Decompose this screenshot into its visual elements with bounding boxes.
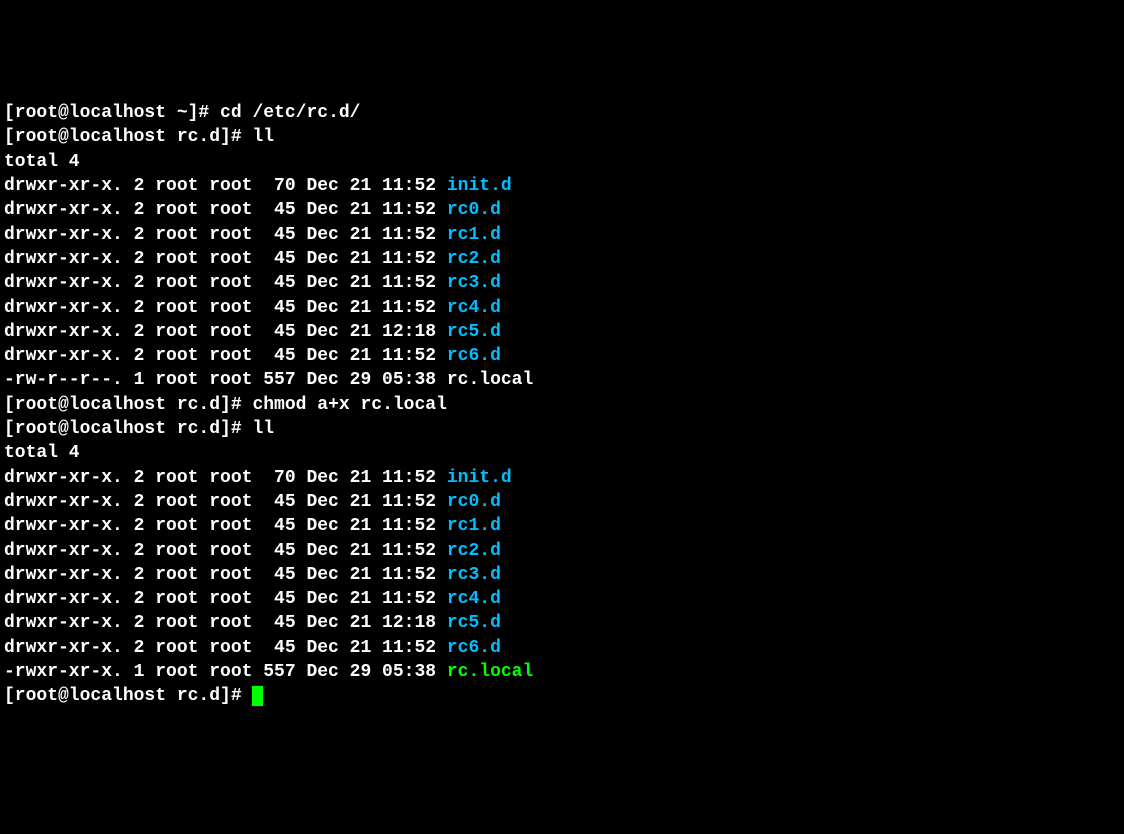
shell-command: ll [252,127,274,147]
terminal-line: -rwxr-xr-x. 1 root root 557 Dec 29 05:38… [4,660,1120,684]
file-meta: drwxr-xr-x. 2 root root 45 Dec 21 11:52 [4,565,447,585]
terminal-line: drwxr-xr-x. 2 root root 45 Dec 21 11:52 … [4,344,1120,368]
terminal-line: drwxr-xr-x. 2 root root 45 Dec 21 11:52 … [4,247,1120,271]
file-meta: drwxr-xr-x. 2 root root 45 Dec 21 11:52 [4,200,447,220]
shell-command: chmod a+x rc.local [252,395,446,415]
file-name: rc.local [447,662,533,682]
terminal-line: drwxr-xr-x. 2 root root 45 Dec 21 11:52 … [4,539,1120,563]
file-name: rc4.d [447,298,501,318]
terminal-line: drwxr-xr-x. 2 root root 45 Dec 21 11:52 … [4,636,1120,660]
terminal-line: drwxr-xr-x. 2 root root 45 Dec 21 11:52 … [4,296,1120,320]
terminal-line: drwxr-xr-x. 2 root root 45 Dec 21 11:52 … [4,514,1120,538]
file-name: rc3.d [447,273,501,293]
shell-prompt: [root@localhost rc.d]# [4,686,252,706]
file-meta: drwxr-xr-x. 2 root root 70 Dec 21 11:52 [4,176,447,196]
terminal-line: drwxr-xr-x. 2 root root 45 Dec 21 11:52 … [4,490,1120,514]
terminal-line: drwxr-xr-x. 2 root root 70 Dec 21 11:52 … [4,466,1120,490]
file-meta: drwxr-xr-x. 2 root root 45 Dec 21 11:52 [4,638,447,658]
file-name: rc5.d [447,613,501,633]
file-meta: drwxr-xr-x. 2 root root 45 Dec 21 11:52 [4,273,447,293]
terminal-line: drwxr-xr-x. 2 root root 45 Dec 21 12:18 … [4,320,1120,344]
file-meta: drwxr-xr-x. 2 root root 45 Dec 21 11:52 [4,589,447,609]
terminal-line: drwxr-xr-x. 2 root root 45 Dec 21 11:52 … [4,563,1120,587]
terminal-line: drwxr-xr-x. 2 root root 45 Dec 21 11:52 … [4,271,1120,295]
terminal-line: total 4 [4,150,1120,174]
file-meta: drwxr-xr-x. 2 root root 45 Dec 21 11:52 [4,225,447,245]
file-meta: drwxr-xr-x. 2 root root 45 Dec 21 11:52 [4,249,447,269]
file-name: rc6.d [447,638,501,658]
terminal-line: total 4 [4,441,1120,465]
file-meta: drwxr-xr-x. 2 root root 45 Dec 21 11:52 [4,346,447,366]
terminal-line: drwxr-xr-x. 2 root root 45 Dec 21 11:52 … [4,223,1120,247]
file-meta: drwxr-xr-x. 2 root root 45 Dec 21 11:52 [4,516,447,536]
terminal-line: drwxr-xr-x. 2 root root 45 Dec 21 12:18 … [4,611,1120,635]
shell-command: cd /etc/rc.d/ [220,103,360,123]
file-name: rc4.d [447,589,501,609]
shell-prompt: [root@localhost rc.d]# [4,127,252,147]
file-name: rc2.d [447,541,501,561]
file-name: rc5.d [447,322,501,342]
file-meta: drwxr-xr-x. 2 root root 45 Dec 21 11:52 [4,298,447,318]
file-name: rc2.d [447,249,501,269]
file-name: init.d [447,468,512,488]
file-name: rc0.d [447,492,501,512]
file-meta: drwxr-xr-x. 2 root root 45 Dec 21 11:52 [4,492,447,512]
file-meta: drwxr-xr-x. 2 root root 45 Dec 21 11:52 [4,541,447,561]
cursor-icon [252,686,263,706]
terminal-line: drwxr-xr-x. 2 root root 70 Dec 21 11:52 … [4,174,1120,198]
terminal-line: [root@localhost rc.d]# chmod a+x rc.loca… [4,393,1120,417]
file-name: rc3.d [447,565,501,585]
terminal-line: [root@localhost rc.d]# ll [4,417,1120,441]
file-meta: drwxr-xr-x. 2 root root 70 Dec 21 11:52 [4,468,447,488]
file-name: init.d [447,176,512,196]
file-name: rc1.d [447,225,501,245]
terminal-line: drwxr-xr-x. 2 root root 45 Dec 21 11:52 … [4,587,1120,611]
output-text: total 4 [4,443,80,463]
terminal-line: [root@localhost ~]# cd /etc/rc.d/ [4,101,1120,125]
output-text: total 4 [4,152,80,172]
file-meta: -rwxr-xr-x. 1 root root 557 Dec 29 05:38 [4,662,447,682]
terminal-line: [root@localhost rc.d]# ll [4,125,1120,149]
file-name: rc6.d [447,346,501,366]
terminal-line: drwxr-xr-x. 2 root root 45 Dec 21 11:52 … [4,198,1120,222]
terminal-line: -rw-r--r--. 1 root root 557 Dec 29 05:38… [4,368,1120,392]
terminal-output[interactable]: [root@localhost ~]# cd /etc/rc.d/[root@l… [4,101,1120,708]
file-name: rc.local [447,370,533,390]
shell-command: ll [252,419,274,439]
file-meta: drwxr-xr-x. 2 root root 45 Dec 21 12:18 [4,613,447,633]
terminal-line: [root@localhost rc.d]# [4,684,1120,708]
file-name: rc1.d [447,516,501,536]
shell-prompt: [root@localhost rc.d]# [4,419,252,439]
file-name: rc0.d [447,200,501,220]
file-meta: -rw-r--r--. 1 root root 557 Dec 29 05:38 [4,370,447,390]
file-meta: drwxr-xr-x. 2 root root 45 Dec 21 12:18 [4,322,447,342]
shell-prompt: [root@localhost rc.d]# [4,395,252,415]
shell-prompt: [root@localhost ~]# [4,103,220,123]
